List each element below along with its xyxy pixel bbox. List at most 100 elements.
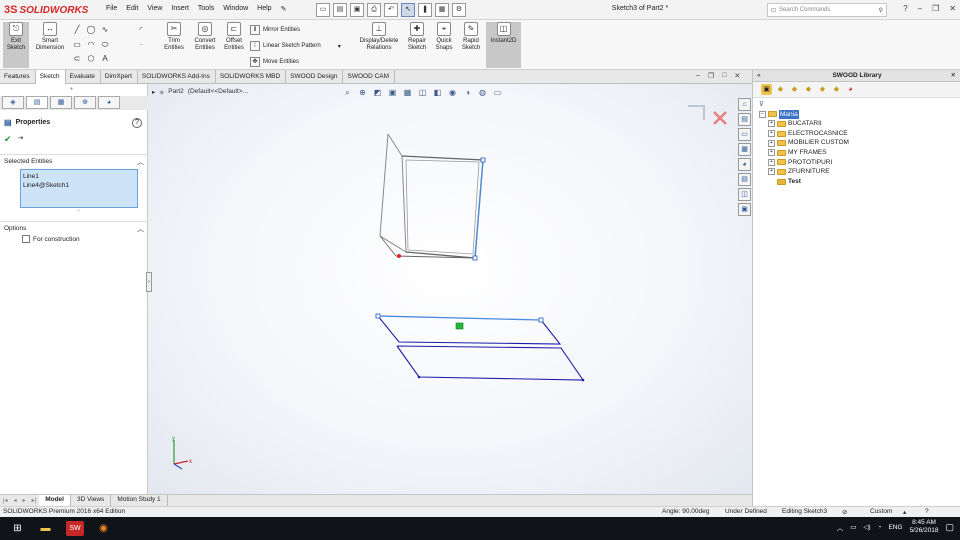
graphics-area[interactable]: y x ›	[146, 84, 752, 494]
filter-icon[interactable]: ⊽	[759, 100, 764, 110]
doc-minimize-icon[interactable]: –	[696, 72, 700, 80]
tab-features[interactable]: Features	[0, 70, 36, 84]
doc-maximize-icon[interactable]: □	[722, 72, 726, 80]
mirror-entities-button[interactable]: ⫴ Mirror Entities	[250, 25, 300, 35]
tree-item-my-frames[interactable]: + MY FRAMES	[768, 148, 849, 158]
collapse-panel-icon[interactable]: «	[757, 70, 761, 82]
search-input[interactable]: Search Commands	[779, 7, 830, 13]
sketch-line-lower-plate[interactable]	[396, 345, 585, 381]
apply-scene-icon[interactable]: ◍	[477, 87, 488, 98]
tree-root-label[interactable]: Mania	[779, 109, 799, 120]
expand-icon[interactable]: +	[768, 158, 775, 166]
quick-snaps-button[interactable]: ⌖ Quick Snaps	[432, 22, 456, 52]
endpoint-handle[interactable]	[472, 255, 478, 261]
folder-icon[interactable]: ◆	[775, 84, 786, 95]
polygon-icon[interactable]: ⬡	[86, 54, 96, 64]
text-icon[interactable]: A	[100, 54, 110, 64]
expand-icon[interactable]: +	[768, 139, 775, 147]
tree-filter-row[interactable]: ⊽	[759, 100, 849, 110]
folder-add-icon[interactable]: ◆	[789, 84, 800, 95]
status-help-icon[interactable]: ?	[925, 508, 929, 515]
instant2d-button[interactable]: ◫ Instant2D	[486, 22, 521, 68]
selected-line-lower[interactable]	[377, 315, 542, 321]
arc-icon[interactable]: ◠	[86, 40, 96, 50]
spline-icon[interactable]: ∿	[100, 25, 110, 35]
parallel-relation-icon[interactable]	[455, 322, 464, 330]
display-delete-relations-button[interactable]: ⊥ Display/Delete Relations	[354, 22, 404, 52]
sketch-canvas[interactable]: y x	[148, 84, 752, 494]
minimize-icon[interactable]: –	[918, 4, 922, 13]
view-settings-icon[interactable]: ▭	[492, 87, 503, 98]
doc-close-icon[interactable]: ✕	[734, 72, 740, 80]
for-construction-option[interactable]: For construction	[22, 235, 80, 243]
breadcrumb-config[interactable]: (Default<<Default>...	[188, 88, 248, 96]
offset-entities-button[interactable]: ⊏ Offset Entities	[221, 22, 247, 52]
line-icon[interactable]: ╱	[72, 25, 82, 35]
rapid-sketch-button[interactable]: ✎ Rapid Sketch	[459, 22, 483, 52]
for-construction-checkbox[interactable]	[22, 235, 30, 243]
units-chevron-icon[interactable]: ▴	[903, 508, 906, 516]
search-icon[interactable]: ⚲	[879, 7, 886, 14]
restore-icon[interactable]: ❐	[932, 4, 939, 13]
list-item[interactable]: Line4@Sketch1	[23, 181, 135, 190]
print-icon[interactable]: ⎙	[367, 3, 381, 17]
expand-icon[interactable]: +	[768, 168, 775, 176]
clock[interactable]: 8:45 AM 5/26/2018	[910, 519, 939, 535]
tab-motion-study[interactable]: Motion Study 1	[111, 495, 168, 506]
repair-sketch-button[interactable]: ✚ Repair Sketch	[405, 22, 429, 52]
view-orientation-icon[interactable]: ◫	[417, 87, 428, 98]
tree-item-prototipuri[interactable]: + PROTOTIPURI	[768, 158, 849, 168]
ellipse-icon[interactable]: ⬭	[100, 40, 110, 50]
tree-item-zfurniture[interactable]: + ZFURNITURE	[768, 167, 849, 177]
splitter-handle-icon[interactable]: ●	[70, 86, 73, 92]
keep-visible-pin-icon[interactable]: ⇥	[18, 134, 24, 145]
collapse-icon[interactable]: −	[759, 110, 766, 118]
save-icon[interactable]: ▣	[350, 3, 364, 17]
last-tab-icon[interactable]: ▸|	[29, 497, 40, 504]
trim-entities-button[interactable]: ✂ Trim Entities	[160, 22, 188, 52]
selected-entities-section[interactable]: Selected Entities ︿	[0, 154, 148, 166]
chevron-up-icon[interactable]: ︿	[137, 224, 144, 234]
endpoint-handle[interactable]	[538, 317, 544, 323]
endpoint-handle[interactable]	[480, 157, 486, 163]
linear-pattern-button[interactable]: ⁞ Linear Sketch Pattern ▾	[250, 41, 341, 51]
tab-solidworks-mbd[interactable]: SOLIDWORKS MBD	[216, 70, 287, 84]
fillet-icon[interactable]: ◜	[136, 25, 146, 35]
file-explorer-icon[interactable]: ▬	[38, 521, 53, 536]
tree-item-bucatarii[interactable]: + BUCATARII	[768, 119, 849, 129]
breadcrumb-part[interactable]: Part2	[168, 88, 184, 96]
pin-icon[interactable]: ✎	[281, 5, 287, 13]
endpoint-handle[interactable]	[375, 313, 381, 319]
rebuild-icon[interactable]: ❚	[418, 3, 432, 17]
circle-icon[interactable]: ◯	[86, 25, 96, 35]
appearance-ball-icon[interactable]: ◕	[845, 84, 856, 95]
doc-restore-icon[interactable]: ❐	[708, 72, 714, 80]
tab-solidworks-addins[interactable]: SOLIDWORKS Add-Ins	[138, 70, 216, 84]
tree-item-mobilier-custom[interactable]: + MOBILIER CUSTOM	[768, 138, 849, 148]
tab-swood-cam[interactable]: SWOOD CAM	[343, 70, 396, 84]
solidworks-taskbar-icon[interactable]: SW	[66, 521, 84, 536]
forum-icon[interactable]: ◫	[738, 188, 751, 201]
search-commands-box[interactable]: ⊡ Search Commands ⚲	[767, 3, 887, 17]
expand-icon[interactable]: +	[768, 120, 775, 128]
open-icon[interactable]: ▤	[333, 3, 347, 17]
slot-icon[interactable]: ⊂	[72, 54, 82, 64]
view-palette-icon[interactable]: ▦	[738, 143, 751, 156]
panel-collapse-handle-icon[interactable]: ›	[146, 272, 152, 292]
new-document-icon[interactable]: ▭	[316, 3, 330, 17]
menu-file[interactable]: File	[106, 5, 117, 13]
sketch-point[interactable]	[417, 375, 421, 379]
configuration-manager-tab-icon[interactable]: ▦	[50, 96, 72, 109]
folder-export-icon[interactable]: ◆	[831, 84, 842, 95]
rectangle-icon[interactable]: ▭	[72, 40, 82, 50]
next-tab-icon[interactable]: ▸	[20, 497, 29, 504]
options-gear-icon[interactable]: ⚙	[452, 3, 466, 17]
property-manager-tab-icon[interactable]: ▤	[26, 96, 48, 109]
network-icon[interactable]: ◔	[878, 524, 882, 531]
swood-library-icon[interactable]: ▣	[738, 203, 751, 216]
expand-icon[interactable]: +	[768, 149, 775, 157]
design-library-icon[interactable]: ▤	[738, 113, 751, 126]
tab-evaluate[interactable]: Evaluate	[66, 70, 101, 84]
origin-point[interactable]	[397, 254, 401, 258]
open-folder-icon[interactable]: ▣	[761, 84, 772, 95]
